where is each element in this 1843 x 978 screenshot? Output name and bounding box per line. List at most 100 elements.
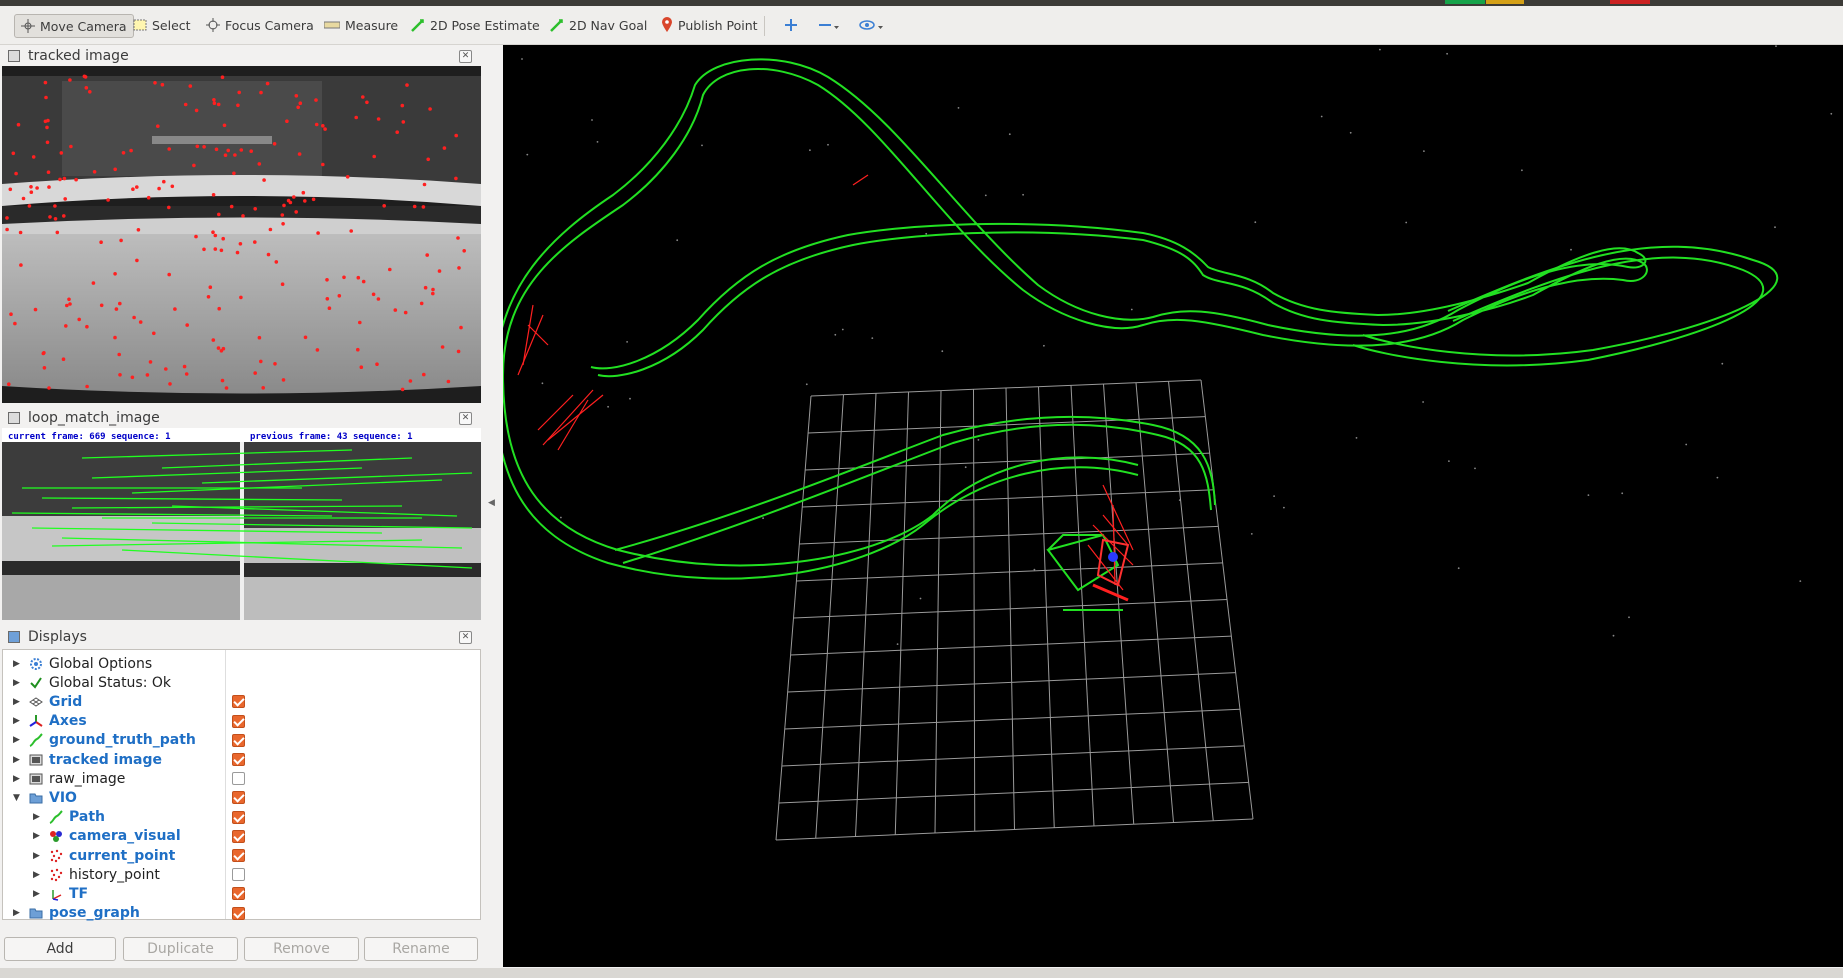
expand-arrow-icon[interactable]: ▶ bbox=[33, 812, 43, 822]
feature-point bbox=[194, 234, 198, 239]
add-tool-button[interactable] bbox=[778, 14, 804, 36]
display-item[interactable]: ▶ raw_image bbox=[3, 769, 482, 788]
feature-point bbox=[84, 86, 89, 90]
cloud-point bbox=[1130, 308, 1133, 311]
feature-point bbox=[297, 152, 302, 156]
display-item[interactable]: ▶ ground_truth_path bbox=[3, 731, 482, 750]
enable-checkbox[interactable] bbox=[232, 849, 245, 862]
expand-arrow-icon[interactable]: ▶ bbox=[13, 755, 23, 765]
feature-point bbox=[113, 272, 117, 276]
feature-point bbox=[356, 347, 360, 352]
display-item[interactable]: ▶ pose_graph bbox=[3, 904, 482, 923]
cloud-point bbox=[1448, 460, 1450, 462]
enable-checkbox[interactable] bbox=[232, 810, 245, 824]
feature-point bbox=[146, 195, 151, 200]
feature-point bbox=[114, 307, 119, 311]
duplicate-button[interactable]: Duplicate bbox=[123, 937, 238, 961]
feature-point bbox=[428, 107, 432, 111]
feature-point bbox=[67, 297, 71, 302]
nav-goal-tool[interactable]: 2D Nav Goal bbox=[544, 14, 653, 36]
display-item[interactable]: ▶ tracked image bbox=[3, 750, 482, 769]
display-item[interactable]: ▶ Global Options bbox=[3, 654, 482, 673]
display-item[interactable]: ▶ Axes bbox=[3, 712, 482, 731]
feature-point bbox=[29, 190, 34, 194]
display-item-label: pose_graph bbox=[49, 905, 140, 922]
rename-button[interactable]: Rename bbox=[364, 937, 478, 961]
enable-checkbox[interactable] bbox=[232, 868, 245, 882]
enable-checkbox[interactable] bbox=[232, 829, 245, 843]
add-button[interactable]: Add bbox=[4, 937, 116, 961]
previous-frame-caption: previous frame: 43 sequence: 1 bbox=[250, 431, 413, 442]
feature-point bbox=[219, 248, 224, 253]
display-item[interactable]: ▶ Global Status: Ok bbox=[3, 673, 482, 692]
feature-point bbox=[442, 146, 447, 150]
expand-arrow-icon[interactable]: ▶ bbox=[33, 870, 43, 880]
measure-tool[interactable]: Measure bbox=[318, 14, 404, 36]
feature-point bbox=[454, 133, 459, 138]
close-icon[interactable]: ✕ bbox=[459, 631, 472, 644]
enable-checkbox[interactable] bbox=[232, 695, 245, 709]
feature-point bbox=[325, 297, 330, 301]
display-item[interactable]: ▶ Path bbox=[3, 808, 482, 827]
view-options-button[interactable] bbox=[853, 14, 891, 36]
feature-point bbox=[359, 365, 364, 370]
feature-point bbox=[145, 373, 150, 377]
feature-point bbox=[68, 78, 72, 82]
enable-checkbox[interactable] bbox=[232, 887, 245, 901]
display-item[interactable]: ▶ history_point bbox=[3, 865, 482, 884]
expand-arrow-icon[interactable]: ▶ bbox=[33, 831, 43, 841]
expand-arrow-icon[interactable]: ▶ bbox=[13, 697, 23, 707]
feature-point bbox=[212, 101, 217, 105]
toolbar: Move Camera Select Focus Camera Measure … bbox=[0, 6, 1843, 45]
enable-checkbox[interactable] bbox=[232, 733, 245, 747]
display-item[interactable]: ▶ Grid bbox=[3, 692, 482, 711]
close-icon[interactable]: ✕ bbox=[459, 412, 472, 425]
pose-estimate-tool[interactable]: 2D Pose Estimate bbox=[405, 14, 546, 36]
nav-goal-icon bbox=[550, 19, 563, 32]
feature-point bbox=[262, 178, 266, 182]
close-icon[interactable]: ✕ bbox=[459, 50, 472, 63]
feature-point bbox=[131, 187, 135, 191]
3d-viewport[interactable] bbox=[503, 45, 1843, 967]
display-item[interactable]: ▼ VIO bbox=[3, 788, 482, 807]
expand-arrow-icon[interactable]: ▶ bbox=[33, 851, 43, 861]
feature-point bbox=[167, 147, 171, 151]
enable-checkbox[interactable] bbox=[232, 714, 245, 728]
expand-arrow-icon[interactable]: ▶ bbox=[33, 889, 43, 899]
move-camera-tool[interactable]: Move Camera bbox=[14, 14, 134, 38]
image-icon bbox=[8, 412, 20, 424]
feature-point bbox=[68, 302, 72, 306]
feature-point bbox=[118, 373, 122, 377]
focus-camera-tool[interactable]: Focus Camera bbox=[200, 14, 320, 36]
remove-button[interactable]: Remove bbox=[244, 937, 359, 961]
grid-icon bbox=[29, 695, 43, 709]
publish-point-tool[interactable]: Publish Point bbox=[655, 14, 764, 36]
feature-point bbox=[135, 185, 139, 189]
display-item[interactable]: ▶ current_point bbox=[3, 846, 482, 865]
enable-checkbox[interactable] bbox=[232, 772, 245, 786]
cloud-point bbox=[896, 643, 899, 645]
feature-point bbox=[182, 364, 187, 369]
expand-arrow-icon[interactable]: ▶ bbox=[13, 908, 23, 918]
enable-checkbox[interactable] bbox=[232, 791, 245, 805]
display-item[interactable]: ▶ TF bbox=[3, 884, 482, 903]
feature-point bbox=[321, 162, 325, 167]
enable-checkbox[interactable] bbox=[232, 753, 245, 766]
collapse-handle-icon[interactable]: ◀ bbox=[488, 498, 495, 508]
feature-point bbox=[280, 282, 285, 286]
remove-tool-button[interactable] bbox=[812, 14, 846, 36]
tool-label: Publish Point bbox=[678, 17, 758, 33]
expand-arrow-icon[interactable]: ▶ bbox=[13, 678, 23, 688]
cloud-point bbox=[805, 383, 808, 386]
expand-arrow-icon[interactable]: ▶ bbox=[13, 735, 23, 745]
expand-arrow-icon[interactable]: ▶ bbox=[13, 659, 23, 669]
collapse-arrow-icon[interactable]: ▼ bbox=[13, 793, 23, 803]
expand-arrow-icon[interactable]: ▶ bbox=[13, 716, 23, 726]
cloud-point bbox=[1283, 506, 1285, 509]
enable-checkbox[interactable] bbox=[232, 906, 245, 920]
feature-point bbox=[456, 349, 461, 354]
display-item[interactable]: ▶ camera_visual bbox=[3, 827, 482, 846]
select-tool[interactable]: Select bbox=[127, 14, 197, 36]
expand-arrow-icon[interactable]: ▶ bbox=[13, 774, 23, 784]
feature-point bbox=[135, 258, 139, 263]
